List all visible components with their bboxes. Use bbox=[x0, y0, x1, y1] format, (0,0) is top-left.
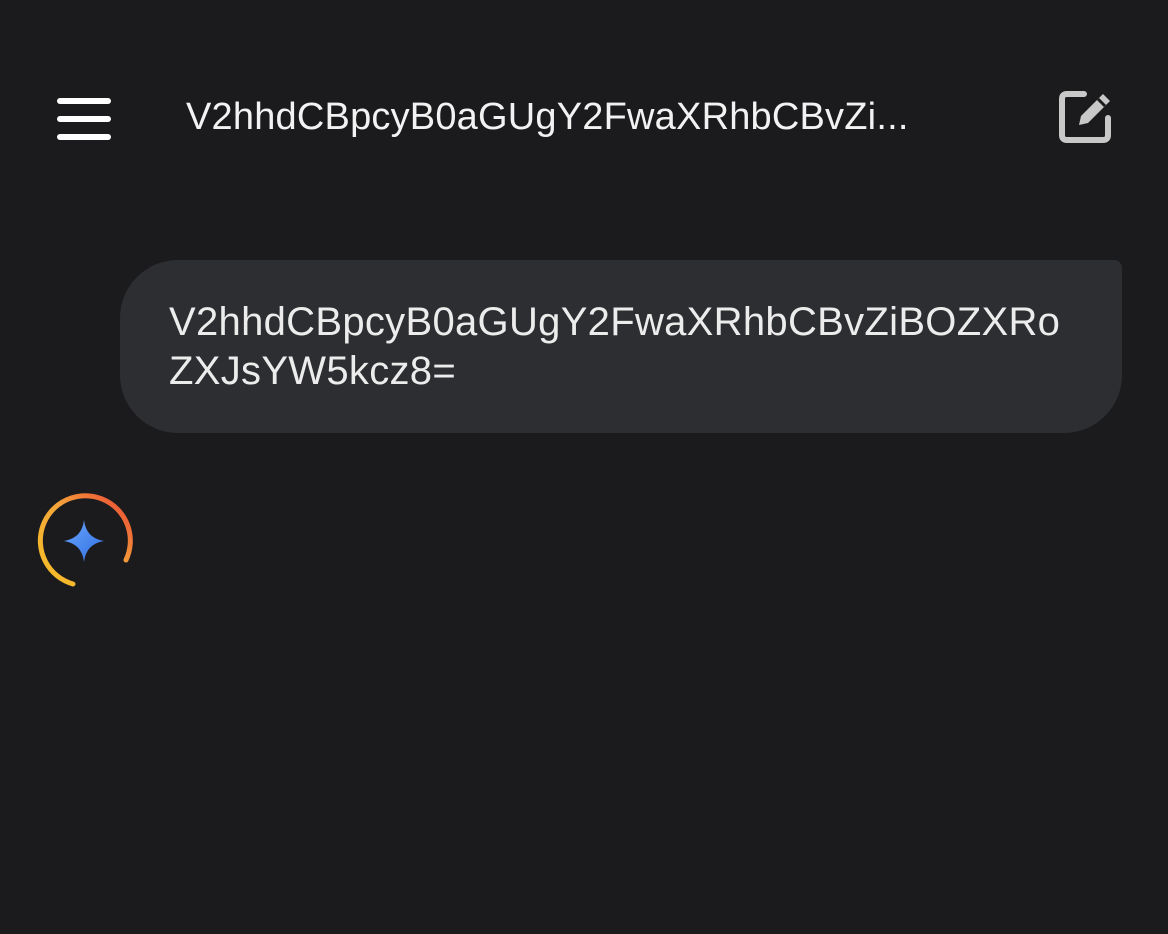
chat-screen: V2hhdCBpcyB0aGUgY2FwaXRhbCBvZi... V2hhdC… bbox=[0, 0, 1168, 934]
sparkle-loading-icon bbox=[37, 493, 133, 587]
new-chat-button[interactable] bbox=[1048, 82, 1118, 152]
top-app-bar: V2hhdCBpcyB0aGUgY2FwaXRhbCBvZi... bbox=[0, 62, 1168, 172]
user-message-text: V2hhdCBpcyB0aGUgY2FwaXRhbCBvZiBOZXRoZXJs… bbox=[169, 300, 1061, 393]
edit-icon bbox=[1059, 91, 1111, 143]
menu-button[interactable] bbox=[44, 80, 124, 152]
user-message-bubble: V2hhdCBpcyB0aGUgY2FwaXRhbCBvZiBOZXRoZXJs… bbox=[120, 260, 1122, 433]
conversation-title: V2hhdCBpcyB0aGUgY2FwaXRhbCBvZi... bbox=[186, 96, 909, 138]
assistant-avatar bbox=[33, 490, 135, 592]
